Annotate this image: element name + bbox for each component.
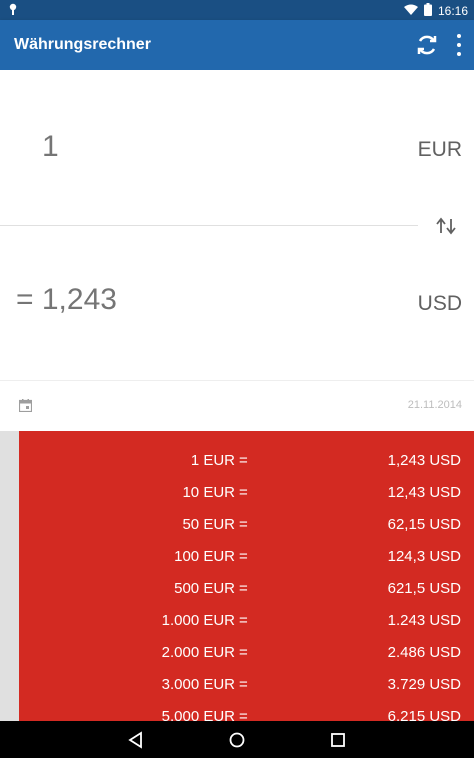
row-to: 124,3 USD	[387, 548, 461, 565]
conversion-table-area: 1 EUR = 1,243 USD 10 EUR = 12,43 USD 50 …	[0, 431, 474, 721]
swap-icon[interactable]	[433, 215, 459, 237]
navigation-bar	[0, 721, 474, 758]
table-row: 100 EUR = 124,3 USD	[19, 541, 474, 573]
calendar-icon[interactable]	[18, 399, 33, 413]
row-to: 1.243 USD	[387, 612, 461, 629]
home-icon[interactable]	[227, 730, 247, 750]
table-row: 10 EUR = 12,43 USD	[19, 477, 474, 509]
row-from: 1.000 EUR	[161, 612, 235, 629]
row-from: 500 EUR	[174, 580, 235, 597]
table-row: 1 EUR = 1,243 USD	[19, 445, 474, 477]
status-time: 16:16	[437, 4, 468, 18]
row-from: 5.000 EUR	[161, 708, 235, 721]
result-amount: = 1,243	[16, 283, 117, 317]
wifi-icon	[403, 4, 418, 19]
row-equals: =	[239, 452, 248, 469]
status-bar: 16:16	[0, 0, 474, 20]
refresh-icon[interactable]	[414, 32, 440, 58]
app-bar: Währungsrechner	[0, 20, 474, 70]
from-currency-selector[interactable]: EUR	[418, 138, 462, 162]
row-to: 2.486 USD	[387, 644, 461, 661]
from-amount-input[interactable]: 1	[42, 130, 59, 164]
table-row: 1.000 EUR = 1.243 USD	[19, 605, 474, 637]
row-to: 12,43 USD	[387, 484, 461, 501]
row-equals: =	[239, 708, 248, 721]
result-value: 1,243	[41, 283, 117, 316]
table-row: 50 EUR = 62,15 USD	[19, 509, 474, 541]
row-equals: =	[239, 484, 248, 501]
row-to: 3.729 USD	[387, 676, 461, 693]
converter-panel: 1 EUR = 1,243 USD 21.11.2014	[0, 70, 474, 431]
row-equals: =	[239, 612, 248, 629]
row-to: 62,15 USD	[387, 516, 461, 533]
row-equals: =	[239, 516, 248, 533]
row-to: 621,5 USD	[387, 580, 461, 597]
row-to: 1,243 USD	[387, 452, 461, 469]
table-row: 5.000 EUR = 6.215 USD	[19, 701, 474, 721]
overflow-menu-icon[interactable]	[455, 34, 463, 56]
table-row: 500 EUR = 621,5 USD	[19, 573, 474, 605]
row-equals: =	[239, 580, 248, 597]
table-row: 3.000 EUR = 3.729 USD	[19, 669, 474, 701]
battery-icon	[423, 3, 432, 19]
row-equals: =	[239, 644, 248, 661]
row-from: 2.000 EUR	[161, 644, 235, 661]
row-from: 10 EUR	[182, 484, 235, 501]
row-from: 3.000 EUR	[161, 676, 235, 693]
row-from: 100 EUR	[174, 548, 235, 565]
equals-sign: =	[16, 283, 34, 316]
to-currency-selector[interactable]: USD	[418, 292, 462, 316]
row-from: 1 EUR	[190, 452, 235, 469]
table-row: 2.000 EUR = 2.486 USD	[19, 637, 474, 669]
back-icon[interactable]	[126, 730, 146, 750]
row-equals: =	[239, 548, 248, 565]
row-to: 6.215 USD	[387, 708, 461, 721]
conversion-table[interactable]: 1 EUR = 1,243 USD 10 EUR = 12,43 USD 50 …	[19, 431, 474, 721]
date-divider	[0, 380, 474, 381]
row-from: 50 EUR	[182, 516, 235, 533]
row-equals: =	[239, 676, 248, 693]
rate-date: 21.11.2014	[407, 399, 462, 411]
divider	[0, 225, 418, 226]
recents-icon[interactable]	[328, 730, 348, 750]
notification-icon	[8, 3, 18, 19]
app-title: Währungsrechner	[14, 36, 151, 53]
